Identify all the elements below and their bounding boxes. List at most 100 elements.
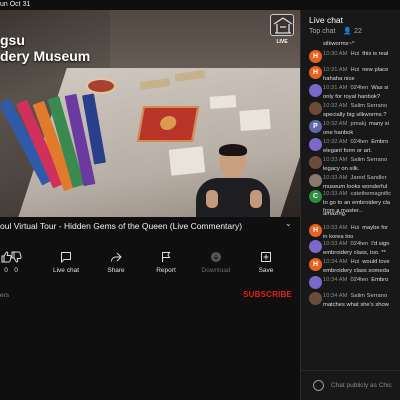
chat-message-line: 10:32 AM pmakj many si bbox=[323, 120, 400, 129]
chat-message-line: 10:30 AM Hui this is real bbox=[323, 50, 400, 59]
chat-timestamp: 10:33 AM bbox=[323, 157, 348, 163]
chat-message-line: 10:32 AM 024ten Embro bbox=[323, 138, 400, 147]
chat-author[interactable]: 024ten bbox=[351, 277, 369, 283]
info-card bbox=[209, 95, 237, 109]
video-title[interactable]: oul Virtual Tour - Hidden Gems of the Qu… bbox=[0, 221, 300, 231]
avatar[interactable] bbox=[309, 156, 322, 169]
share-label: Share bbox=[107, 267, 125, 274]
chat-author[interactable]: 024ten bbox=[351, 85, 369, 91]
dislike-count: 0 bbox=[14, 267, 18, 274]
chat-author[interactable]: pmakj bbox=[351, 121, 366, 127]
chat-message-list[interactable]: silkworms~^ H 10:30 AM Hui this is real H 10:3… bbox=[301, 40, 400, 370]
chat-text: Was si bbox=[371, 85, 389, 91]
chat-message[interactable]: H 10:31 AM Hui new place hahaha nice bbox=[301, 66, 400, 83]
presenter-hand bbox=[250, 190, 262, 208]
chat-text-continued: matches what she's show bbox=[323, 301, 389, 308]
emoji-icon[interactable] bbox=[313, 380, 324, 391]
chat-message[interactable]: 10:34 AM 024ten Embro bbox=[301, 276, 400, 289]
live-chat-button[interactable]: Live chat bbox=[46, 250, 86, 274]
chat-filter[interactable]: Top chat 👤 22 bbox=[309, 27, 362, 35]
avatar[interactable] bbox=[309, 84, 322, 97]
thumbs-down-icon bbox=[0, 250, 36, 264]
presenter bbox=[192, 138, 274, 217]
chat-message[interactable]: 10:33 AM 024ten I'd sign embroidery class, … bbox=[301, 240, 400, 257]
chat-message[interactable]: 10:32 AM 024ten Embro elegant form or art. bbox=[301, 138, 400, 155]
chat-timestamp: 10:33 AM bbox=[323, 175, 348, 181]
chat-text: silkworms~^ bbox=[323, 41, 355, 47]
video-player[interactable]: gsu dery Museum LIVE bbox=[0, 10, 300, 217]
save-icon bbox=[246, 250, 286, 264]
chat-text: would love bbox=[362, 259, 390, 265]
chat-text: amazing. bbox=[323, 211, 347, 217]
viewer-count: 22 bbox=[354, 28, 362, 35]
chat-input-bar[interactable]: Chat publicly as Chic bbox=[301, 370, 400, 400]
save-button[interactable]: Save bbox=[246, 250, 286, 274]
chevron-down-icon[interactable]: ⌄ bbox=[285, 219, 292, 228]
chat-message[interactable]: amazing. bbox=[301, 210, 400, 219]
chat-author[interactable]: Salim Serrano bbox=[351, 157, 388, 163]
chat-timestamp: 10:33 AM bbox=[323, 241, 348, 247]
chat-timestamp: 10:34 AM bbox=[323, 277, 348, 283]
chat-text: maybe for bbox=[362, 225, 388, 231]
chat-text-continued: embroidery class, too. ** bbox=[323, 249, 386, 256]
chat-timestamp: 10:32 AM bbox=[323, 121, 348, 127]
chat-message-line: 10:34 AM Hui would love bbox=[323, 258, 400, 267]
museum-emblem-icon bbox=[270, 14, 294, 36]
avatar[interactable] bbox=[309, 292, 322, 305]
chat-text-continued: legacy on silk. bbox=[323, 165, 360, 172]
avatar[interactable]: P bbox=[309, 120, 322, 133]
chat-author[interactable]: 024ten bbox=[351, 241, 369, 247]
chat-message[interactable]: H 10:34 AM Hui would love embroidery class s… bbox=[301, 258, 400, 275]
share-button[interactable]: Share bbox=[96, 250, 136, 274]
chat-message[interactable]: 10:33 AM Jared Sandler museum looks wonder… bbox=[301, 174, 400, 191]
avatar[interactable]: C bbox=[309, 190, 322, 203]
chat-message[interactable]: 10:34 AM Salim Serrano matches what she's … bbox=[301, 292, 400, 309]
avatar[interactable] bbox=[309, 138, 322, 151]
chat-message[interactable]: H 10:33 AM Hui maybe for in korea too bbox=[301, 224, 400, 241]
chat-author[interactable]: Salim Serrano bbox=[351, 293, 388, 299]
chat-author[interactable]: catethemagnific bbox=[351, 191, 392, 197]
chat-author[interactable]: Hui bbox=[351, 225, 360, 231]
chat-author[interactable]: Hui bbox=[351, 259, 360, 265]
subscribe-button[interactable]: SUBSCRIBE bbox=[243, 290, 292, 299]
chat-author[interactable]: Hui bbox=[351, 67, 360, 73]
chat-text: Embro bbox=[371, 139, 389, 145]
chat-message[interactable]: H 10:30 AM Hui this is real bbox=[301, 50, 400, 63]
avatar[interactable]: H bbox=[309, 258, 322, 271]
avatar[interactable]: H bbox=[309, 50, 322, 63]
avatar[interactable] bbox=[309, 240, 322, 253]
chat-author[interactable]: Salim Serrano bbox=[351, 103, 388, 109]
avatar[interactable]: H bbox=[309, 66, 322, 79]
chat-text-continued: embroidery class someda bbox=[323, 267, 390, 274]
chat-message[interactable]: P 10:32 AM pmakj many si one hanbok bbox=[301, 120, 400, 137]
avatar[interactable] bbox=[309, 174, 322, 187]
chat-message-line: 10:31 AM Hui new place bbox=[323, 66, 400, 75]
chat-input[interactable]: Chat publicly as Chic bbox=[331, 382, 392, 389]
chat-author[interactable]: 024ten bbox=[351, 139, 369, 145]
download-icon bbox=[196, 250, 236, 264]
avatar[interactable]: H bbox=[309, 224, 322, 237]
avatar[interactable] bbox=[309, 102, 322, 115]
chat-author[interactable]: Jared Sandler bbox=[351, 175, 387, 181]
chat-text-continued: to go to an embroidery cla bbox=[323, 199, 391, 206]
avatar[interactable] bbox=[309, 276, 322, 289]
top-chat-label[interactable]: Top chat bbox=[309, 28, 335, 35]
chat-author[interactable]: Hui bbox=[351, 51, 360, 57]
chat-text: new place bbox=[362, 67, 389, 73]
chat-message[interactable]: 10:32 AM Salim Serrano specially big silkw… bbox=[301, 102, 400, 119]
download-button[interactable]: Download bbox=[196, 250, 236, 274]
chat-header: Live chat Top chat 👤 22 bbox=[301, 10, 400, 40]
chat-message[interactable]: silkworms~^ bbox=[301, 40, 400, 49]
chat-text: I'd sign bbox=[371, 241, 390, 247]
chat-timestamp: 10:32 AM bbox=[323, 103, 348, 109]
chat-text-continued: elegant form or art. bbox=[323, 147, 372, 154]
embroidered-cloth bbox=[136, 106, 200, 142]
report-button[interactable]: Report bbox=[146, 250, 186, 274]
dislike-button[interactable]: 0 bbox=[0, 250, 36, 274]
chat-text: this is real bbox=[362, 51, 389, 57]
banner-line-1: gsu bbox=[0, 32, 25, 48]
chat-timestamp: 10:33 AM bbox=[323, 225, 348, 231]
chat-message[interactable]: 10:33 AM Salim Serrano legacy on silk. bbox=[301, 156, 400, 173]
chat-timestamp: 10:31 AM bbox=[323, 67, 348, 73]
chat-message[interactable]: 10:31 AM 024ten Was si only for royal hanbo… bbox=[301, 84, 400, 101]
